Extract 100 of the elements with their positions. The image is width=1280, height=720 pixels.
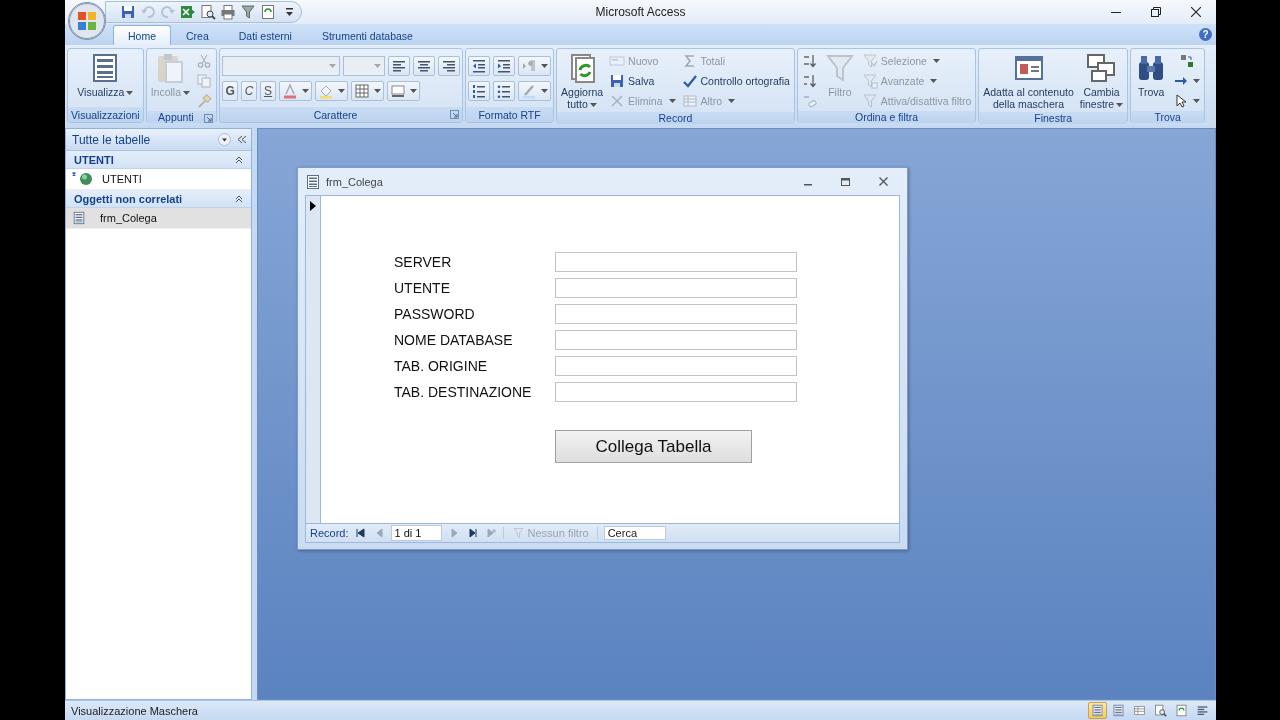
undo-icon [140,4,156,20]
toolbar-button[interactable] [260,4,276,20]
close-icon [1191,7,1201,17]
form-title: frm_Colega [326,175,384,188]
tool-button[interactable] [413,56,436,76]
copy-icon [196,73,213,89]
tool-button[interactable] [388,56,411,76]
align-right-icon [441,58,458,74]
window-title: Microsoft Access [595,5,686,19]
linked-table-icon [72,172,94,186]
eraser-icon [801,93,818,109]
ribbon-button[interactable]: Controllo ortografia [679,71,792,91]
field-label: TAB. DESTINAZIONE [394,383,533,402]
toolbar-button[interactable] [240,4,256,20]
search-field[interactable]: Cerca [603,526,666,540]
align-center-icon [416,58,433,74]
record-position-field[interactable]: 1 di 1 [390,525,442,541]
group-label: Finestra [1034,112,1073,124]
form-icon [305,173,321,190]
link-table-button[interactable]: Collega Tabella [555,430,752,463]
input-field[interactable] [555,330,797,350]
tool-button[interactable] [438,56,461,76]
tool-button[interactable] [351,81,385,101]
print-preview-icon [200,4,216,20]
ribbon-tab[interactable]: Crea [171,25,224,45]
toolbar-button[interactable] [220,4,236,20]
field-label: NOME DATABASE [394,331,514,350]
sort-ascending-icon [801,53,818,69]
table-icon [681,93,698,109]
sort-descending-icon [801,73,818,89]
input-field[interactable] [555,252,797,272]
ribbon-tab[interactable]: Dati esterni [223,25,307,45]
form-icon [1091,704,1104,717]
group-label: Carattere [313,108,358,121]
ribbon-tab[interactable]: Strumenti database [306,25,428,45]
new-record-icon [609,53,626,69]
tool-button[interactable] [493,81,516,101]
format-button[interactable]: S [260,81,277,101]
minimize-icon [803,183,812,186]
align-left-icon [1196,704,1209,717]
ribbon-button[interactable]: Adatta al contenuto della maschera [981,50,1076,112]
new-record-icon [485,527,497,539]
field-label: PASSWORD [394,305,476,324]
restore-icon [1151,7,1161,17]
group-label: Appunti [158,111,194,123]
input-field[interactable] [555,356,797,376]
tool-button[interactable] [387,81,421,101]
last-icon [466,527,478,539]
office-button[interactable] [68,2,106,40]
field-label: UTENTE [394,279,451,298]
format-button[interactable]: G [222,81,239,101]
windows-icon [1085,52,1118,84]
ribbon-button[interactable]: Visualizza [75,50,136,107]
toolbar-button[interactable] [120,4,136,20]
align-left-icon [391,58,408,74]
dropdown-icon[interactable] [218,133,231,146]
paint-bucket-icon [318,83,335,99]
paragraph-icon [521,58,538,74]
funnel-icon [240,4,256,20]
group-label: Trova [1154,111,1181,123]
numbered-list-icon [471,83,488,99]
group-label: Record [658,112,693,124]
launcher-icon[interactable] [204,114,214,123]
ribbon-button[interactable]: Salva [607,71,678,91]
input-field[interactable] [555,382,797,402]
bullet-list-icon [496,83,513,99]
ribbon-button[interactable]: Cambia finestre [1077,50,1126,112]
document-icon [260,4,276,20]
tool-button[interactable] [493,56,516,76]
view-button[interactable] [1088,702,1107,719]
check-icon [681,73,698,89]
indent-icon [496,58,513,74]
funnel-icon [861,73,878,89]
input-field[interactable] [555,304,797,324]
funnel-icon [823,52,856,84]
ribbon-button[interactable]: Aggiorna tutto [559,50,606,112]
format-button[interactable]: C [241,81,258,101]
save-icon [609,73,626,89]
maximize-icon [841,177,850,186]
tool-button[interactable] [468,81,491,101]
ribbon-button[interactable]: Trova [1133,50,1170,111]
collapse-pane-icon[interactable] [237,135,247,144]
group-label: Formato RTF [478,108,541,121]
help-button[interactable]: ? [1199,28,1212,41]
minimize-icon [1111,11,1121,13]
nav-item[interactable]: frm_Colega [66,208,251,229]
collapse-icon[interactable] [235,155,243,164]
customize-icon[interactable] [286,8,293,16]
ribbon-tab[interactable]: Home [113,25,171,45]
tool-button[interactable] [468,56,491,76]
collapse-icon[interactable] [235,194,243,203]
outdent-icon [471,58,488,74]
text-color-icon [282,83,299,99]
toolbar-button[interactable] [180,4,196,20]
input-field[interactable] [555,278,797,298]
redo-icon [160,4,176,20]
launcher-icon[interactable] [450,110,460,119]
toolbar-button[interactable] [200,4,216,20]
grid-icon [354,83,371,99]
funnel-icon [511,527,525,539]
